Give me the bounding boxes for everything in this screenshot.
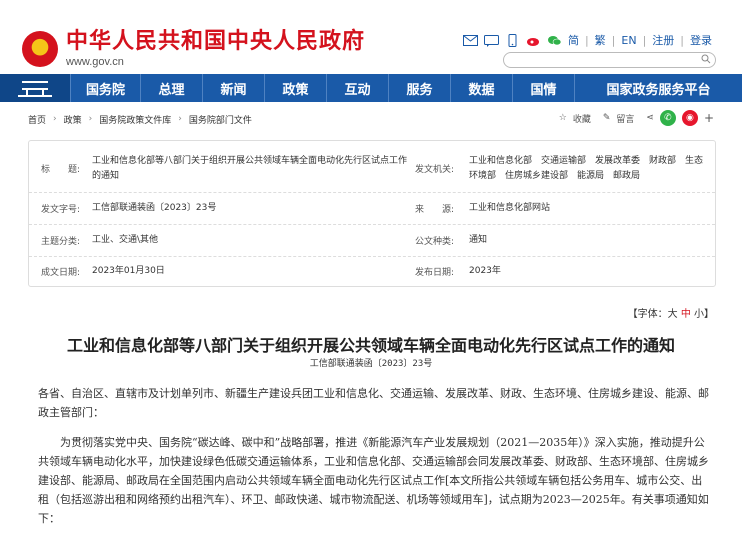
mail-icon[interactable] — [462, 34, 478, 47]
source-value: 工业和信息化部网站 — [469, 203, 551, 213]
pubdate-label: 发布日期: — [415, 268, 455, 278]
site-url: www.gov.cn — [66, 56, 124, 68]
document-info-table: 标 题: 工业和信息化部等八部门关于组织开展公共领域车辆全面电动化先行区试点工作… — [28, 140, 716, 287]
source-label: 来 源: — [415, 205, 455, 215]
docno-value: 工信部联通装函〔2023〕23号 — [92, 203, 217, 213]
page-actions: ☆ 收藏 ✎ 留言 ⋖ ✆ ◉ + — [559, 110, 714, 126]
nav-item-services[interactable]: 服务 — [388, 74, 450, 102]
nav-item-news[interactable]: 新闻 — [202, 74, 264, 102]
info-row: 发文字号: 工信部联通装函〔2023〕23号 来 源: 工业和信息化部网站 — [29, 193, 715, 225]
info-row: 标 题: 工业和信息化部等八部门关于组织开展公共领域车辆全面电动化先行区试点工作… — [29, 141, 715, 193]
font-size-large[interactable]: 大 — [668, 309, 678, 320]
divider: | — [680, 33, 684, 47]
nav-item-policy[interactable]: 政策 — [264, 74, 326, 102]
doc-type-label: 公文种类: — [415, 237, 455, 247]
breadcrumb: 首页 › 政策 › 国务院政策文件库 › 国务院部门文件 ☆ 收藏 ✎ 留言 ⋖… — [0, 102, 742, 136]
pubdate-value: 2023年 — [469, 266, 501, 276]
date-value: 2023年01月30日 — [92, 266, 165, 276]
share-icon[interactable]: ⋖ — [646, 113, 654, 123]
title-value: 工业和信息化部等八部门关于组织开展公共领域车辆全面电动化先行区试点工作的通知 — [92, 156, 408, 181]
topic-value: 工业、交通\其他 — [92, 235, 159, 245]
docno-label: 发文字号: — [41, 205, 81, 215]
nav-item-national[interactable]: 国情 — [512, 74, 574, 102]
chevron-right-icon: › — [178, 114, 182, 124]
weibo-icon[interactable] — [526, 34, 541, 47]
chevron-right-icon: › — [53, 114, 57, 124]
font-size-medium[interactable]: 中 — [681, 309, 691, 320]
breadcrumb-policy-library[interactable]: 国务院政策文件库 — [99, 113, 171, 126]
site-title: 中华人民共和国中央人民政府 — [66, 29, 366, 54]
title-label: 标 题: — [41, 165, 81, 175]
nav-home[interactable] — [0, 74, 70, 102]
weibo-share-icon[interactable]: ◉ — [681, 110, 698, 126]
search-icon[interactable] — [701, 54, 711, 67]
site-header: 中华人民共和国中央人民政府 www.gov.cn 简 | 繁 | EN | 注册… — [0, 0, 742, 74]
top-links: 简 | 繁 | EN | 注册 | 登录 — [462, 32, 712, 48]
divider: | — [584, 33, 589, 47]
link-simplified[interactable]: 简 — [568, 32, 579, 48]
article-paragraph: 各省、自治区、直辖市及计划单列市、新疆生产建设兵团工业和信息化、交通运输、发展改… — [38, 387, 709, 419]
star-icon[interactable]: ☆ — [559, 113, 567, 123]
link-english[interactable]: EN — [621, 34, 636, 47]
doc-type-value: 通知 — [469, 235, 488, 245]
article-doc-number: 工信部联通装函〔2023〕23号 — [309, 359, 433, 369]
breadcrumb-home[interactable]: 首页 — [28, 113, 46, 126]
nav-item-premier[interactable]: 总理 — [140, 74, 202, 102]
article-paragraph: 为贯彻落实党中央、国务院“碳达峰、碳中和”战略部署，推进《新能源汽车产业发展规划… — [38, 436, 709, 525]
nav-item-interaction[interactable]: 互动 — [326, 74, 388, 102]
more-share-button[interactable]: + — [704, 111, 714, 125]
breadcrumb-department-docs[interactable]: 国务院部门文件 — [189, 113, 252, 126]
breadcrumb-policy[interactable]: 政策 — [64, 113, 82, 126]
font-size-small[interactable]: 小 — [694, 309, 704, 320]
site-logo[interactable]: 中华人民共和国中央人民政府 www.gov.cn — [22, 30, 365, 68]
nav-item-state-council[interactable]: 国务院 — [70, 74, 140, 102]
main-nav: 国务院 总理 新闻 政策 互动 服务 数据 国情 国家政务服务平台 — [0, 74, 742, 102]
date-label: 成文日期: — [41, 268, 81, 278]
national-emblem-icon — [22, 31, 58, 67]
mobile-icon[interactable] — [505, 33, 520, 47]
issuer-label: 发文机关: — [415, 165, 455, 175]
favorite-link[interactable]: 收藏 — [573, 112, 591, 125]
font-size-switcher: 【字体：大 中 小】 — [628, 305, 714, 320]
nav-item-service-platform[interactable]: 国家政务服务平台 — [574, 74, 742, 102]
font-size-suffix: 】 — [704, 309, 714, 320]
comment-icon[interactable]: ✎ — [603, 113, 611, 123]
font-size-prefix: 【字体： — [627, 309, 668, 320]
search-input[interactable] — [503, 52, 716, 68]
wechat-share-icon[interactable]: ✆ — [659, 110, 676, 126]
chevron-right-icon: › — [88, 114, 93, 124]
wechat-icon[interactable] — [547, 34, 562, 47]
article-title: 工业和信息化部等八部门关于组织开展公共领域车辆全面电动化先行区试点工作的通知 — [66, 336, 675, 355]
sms-icon[interactable] — [483, 34, 499, 47]
link-login[interactable]: 登录 — [690, 32, 712, 48]
divider: | — [611, 33, 616, 47]
comment-link[interactable]: 留言 — [616, 112, 634, 125]
topic-label: 主题分类: — [41, 237, 81, 247]
link-register[interactable]: 注册 — [652, 32, 674, 48]
info-row: 成文日期: 2023年01月30日 发布日期: 2023年 — [29, 257, 715, 287]
tiananmen-icon — [18, 79, 52, 97]
issuer-value: 工业和信息化部 交通运输部 发展改革委 财政部 生态环境部 住房城乡建设部 能源… — [469, 156, 704, 181]
link-traditional[interactable]: 繁 — [595, 32, 606, 48]
info-row: 主题分类: 工业、交通\其他 公文种类: 通知 — [29, 225, 715, 257]
divider: | — [642, 33, 647, 47]
nav-item-data[interactable]: 数据 — [450, 74, 512, 102]
